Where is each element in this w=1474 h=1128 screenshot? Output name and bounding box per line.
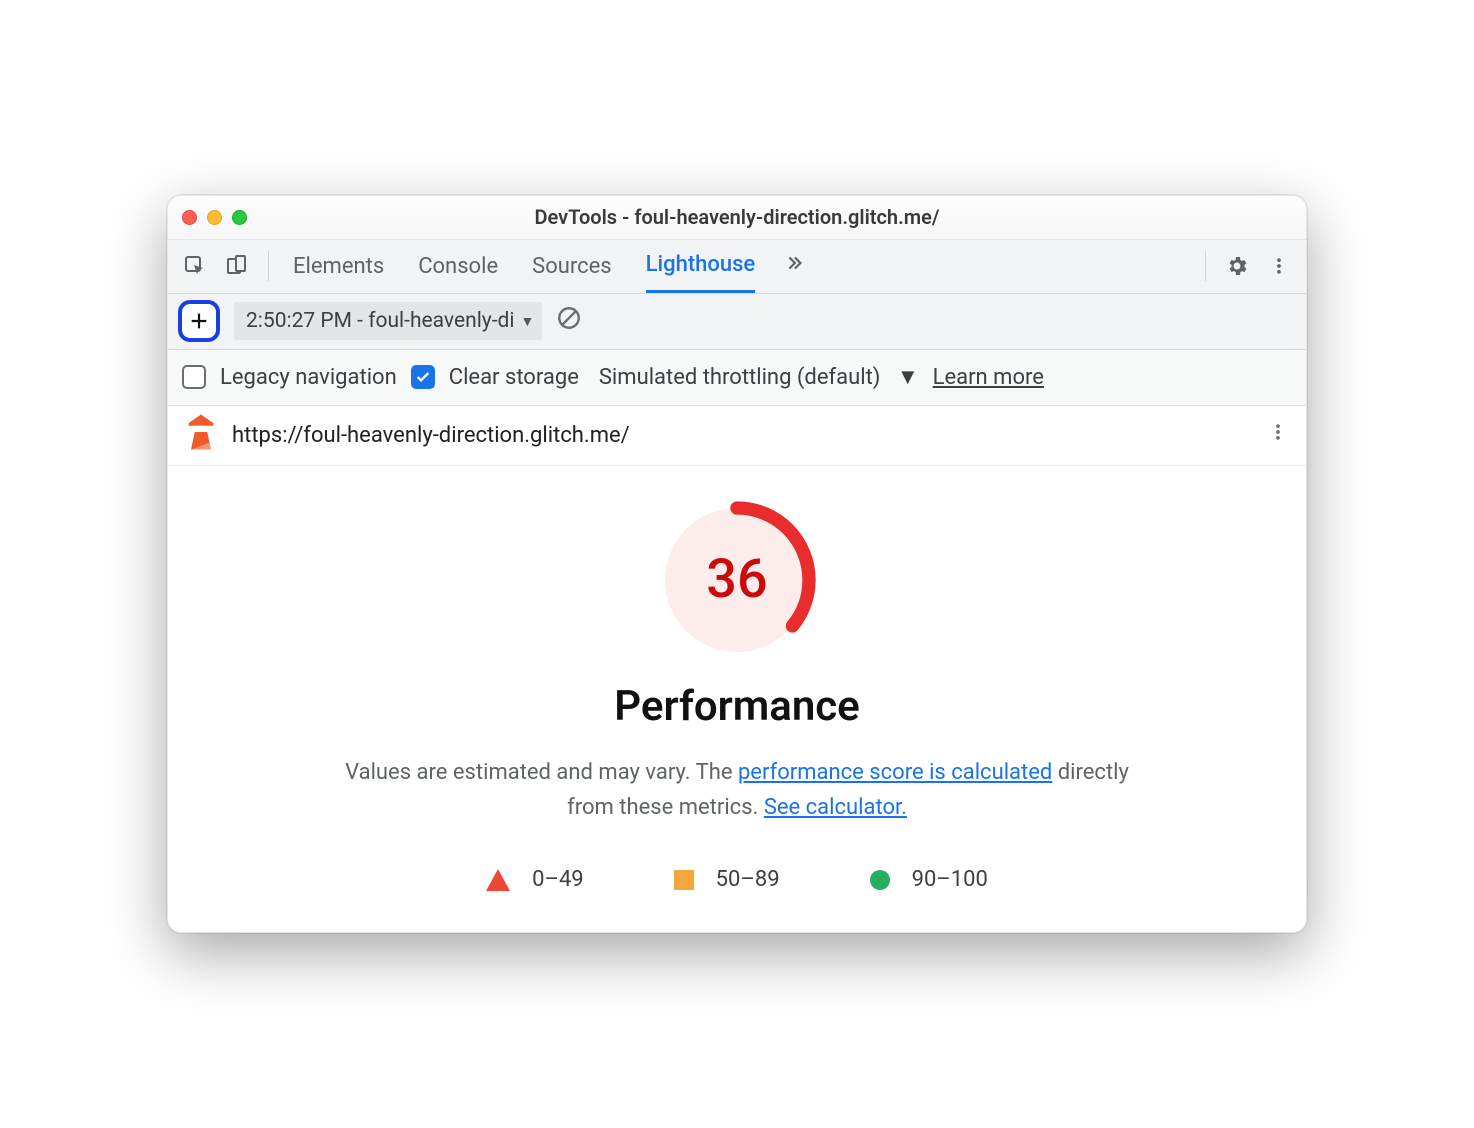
lighthouse-logo-icon xyxy=(186,414,216,456)
see-calculator-link[interactable]: See calculator. xyxy=(764,795,907,820)
tab-elements[interactable]: Elements xyxy=(293,240,384,293)
device-toggle-icon[interactable] xyxy=(220,249,254,283)
lighthouse-toolbar: 2:50:27 PM - foul-heavenly-di ▼ xyxy=(168,294,1306,350)
square-icon xyxy=(674,870,694,890)
more-tabs-chevron-icon[interactable] xyxy=(783,252,805,280)
score-calc-link[interactable]: performance score is calculated xyxy=(738,760,1052,785)
clear-all-icon[interactable] xyxy=(556,305,582,337)
report-url: https://foul-heavenly-direction.glitch.m… xyxy=(232,423,630,448)
circle-icon xyxy=(870,870,890,890)
report-menu-kebab-icon[interactable] xyxy=(1268,420,1288,450)
tab-lighthouse[interactable]: Lighthouse xyxy=(646,240,756,293)
clear-storage-checkbox[interactable] xyxy=(411,365,435,389)
tab-sources[interactable]: Sources xyxy=(532,240,612,293)
legacy-navigation-label: Legacy navigation xyxy=(220,365,397,390)
inspect-element-icon[interactable] xyxy=(178,249,212,283)
legend-low: 0–49 xyxy=(486,867,584,892)
window-title: DevTools - foul-heavenly-direction.glitc… xyxy=(168,205,1306,229)
lighthouse-options: Legacy navigation Clear storage Simulate… xyxy=(168,350,1306,406)
report-url-row: https://foul-heavenly-direction.glitch.m… xyxy=(168,406,1306,466)
devtools-tabbar: Elements Console Sources Lighthouse xyxy=(168,240,1306,294)
learn-more-link[interactable]: Learn more xyxy=(933,365,1044,390)
divider xyxy=(268,251,269,281)
divider xyxy=(1205,251,1206,281)
legacy-navigation-checkbox[interactable] xyxy=(182,365,206,389)
settings-gear-icon[interactable] xyxy=(1220,249,1254,283)
performance-blurb: Values are estimated and may vary. The p… xyxy=(327,755,1147,825)
performance-gauge: 36 xyxy=(657,500,817,660)
dropdown-caret-icon: ▼ xyxy=(521,313,535,330)
triangle-icon xyxy=(486,869,510,891)
performance-heading: Performance xyxy=(168,682,1306,731)
performance-score: 36 xyxy=(657,500,817,660)
legend-mid: 50–89 xyxy=(674,867,780,892)
lighthouse-report: 36 Performance Values are estimated and … xyxy=(168,466,1306,932)
legend-high: 90–100 xyxy=(870,867,988,892)
score-legend: 0–49 50–89 90–100 xyxy=(168,867,1306,892)
more-menu-kebab-icon[interactable] xyxy=(1262,249,1296,283)
report-selector[interactable]: 2:50:27 PM - foul-heavenly-di ▼ xyxy=(234,302,542,340)
titlebar: DevTools - foul-heavenly-direction.glitc… xyxy=(168,196,1306,240)
tab-console[interactable]: Console xyxy=(418,240,498,293)
report-selector-label: 2:50:27 PM - foul-heavenly-di xyxy=(246,309,515,333)
new-report-plus-button[interactable] xyxy=(178,300,220,342)
throttling-select[interactable]: Simulated throttling (default) ▼ xyxy=(599,364,919,390)
devtools-window: DevTools - foul-heavenly-direction.glitc… xyxy=(167,195,1307,933)
clear-storage-label: Clear storage xyxy=(449,365,579,390)
